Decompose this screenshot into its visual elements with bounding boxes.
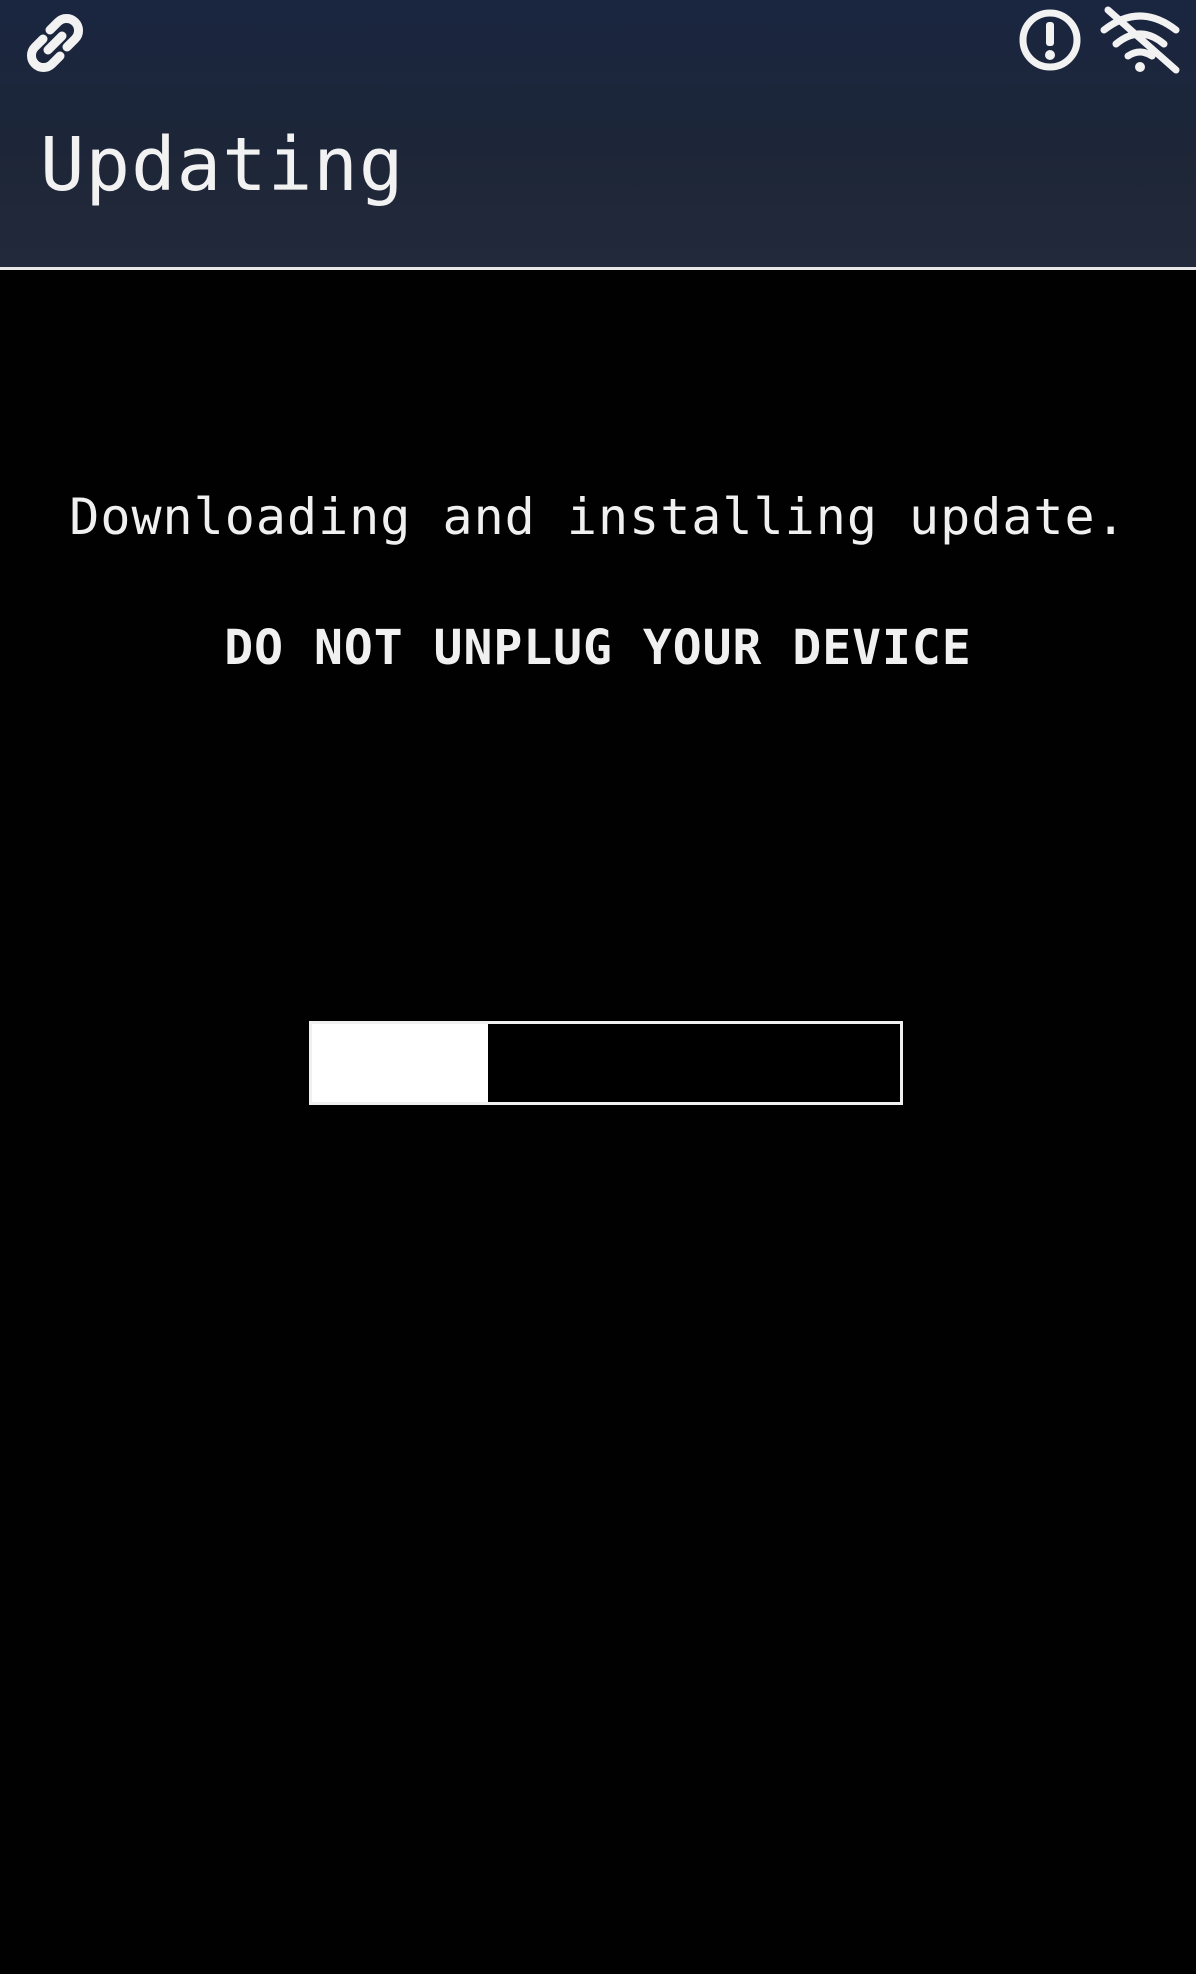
header-bar: Updating	[0, 0, 1196, 270]
status-message: Downloading and installing update.	[69, 488, 1127, 546]
wifi-off-icon	[1100, 6, 1180, 74]
link-icon	[27, 14, 83, 72]
alert-circle-icon	[1019, 9, 1081, 71]
update-screen: Updating Downloading and installing upda…	[0, 0, 1196, 1974]
page-title: Updating	[40, 122, 405, 208]
progress-bar	[309, 1021, 903, 1105]
progress-fill	[312, 1024, 489, 1102]
warning-message: DO NOT UNPLUG YOUR DEVICE	[224, 620, 972, 676]
